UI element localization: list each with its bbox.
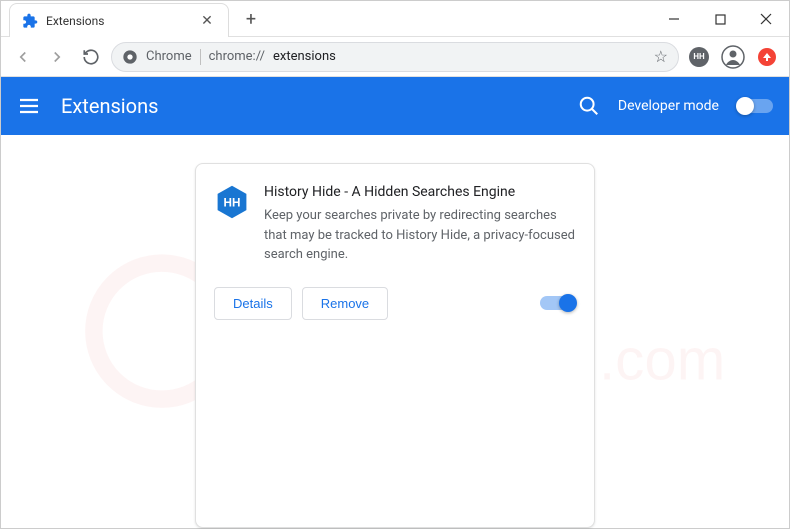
window-minimize-button[interactable]	[651, 1, 697, 37]
back-button[interactable]	[9, 43, 37, 71]
window-close-button[interactable]	[743, 1, 789, 37]
update-badge-icon[interactable]	[753, 43, 781, 71]
browser-toolbar: Chrome chrome:// extensions ☆ HH	[1, 37, 789, 77]
extension-name: History Hide - A Hidden Searches Engine	[264, 184, 576, 200]
extensions-header: Extensions Developer mode	[1, 77, 789, 135]
omnibox-label: Chrome	[146, 49, 192, 64]
remove-button[interactable]: Remove	[302, 287, 388, 320]
close-tab-icon[interactable]: ✕	[198, 13, 216, 29]
search-icon[interactable]	[578, 95, 600, 117]
url-scheme: chrome://	[209, 49, 265, 64]
menu-hamburger-icon[interactable]	[17, 94, 41, 118]
svg-text:.com: .com	[599, 328, 725, 393]
extension-card: HH History Hide - A Hidden Searches Engi…	[195, 163, 595, 528]
url-path: extensions	[273, 49, 336, 64]
forward-button[interactable]	[43, 43, 71, 71]
window-maximize-button[interactable]	[697, 1, 743, 37]
page-title: Extensions	[61, 94, 158, 118]
profile-avatar-icon[interactable]	[719, 43, 747, 71]
bookmark-star-icon[interactable]: ☆	[654, 47, 668, 66]
extension-logo-icon: HH	[214, 184, 250, 220]
extension-enable-toggle[interactable]	[540, 296, 576, 310]
developer-mode-toggle[interactable]	[737, 99, 773, 113]
extension-puzzle-icon	[22, 13, 38, 29]
extension-description: Keep your searches private by redirectin…	[264, 206, 576, 265]
extension-hh-icon[interactable]: HH	[685, 43, 713, 71]
omnibox-divider	[200, 49, 201, 65]
reload-button[interactable]	[77, 43, 105, 71]
browser-tab[interactable]: Extensions ✕	[9, 3, 229, 37]
chrome-icon	[122, 49, 138, 65]
tab-title: Extensions	[46, 14, 190, 28]
extensions-content: risk .com HH History Hide - A Hidden Sea…	[1, 135, 789, 528]
developer-mode-label: Developer mode	[618, 98, 719, 114]
new-tab-button[interactable]: +	[237, 5, 265, 33]
svg-text:HH: HH	[224, 197, 241, 210]
window-titlebar: Extensions ✕ +	[1, 1, 789, 37]
address-bar[interactable]: Chrome chrome:// extensions ☆	[111, 42, 679, 72]
details-button[interactable]: Details	[214, 287, 292, 320]
